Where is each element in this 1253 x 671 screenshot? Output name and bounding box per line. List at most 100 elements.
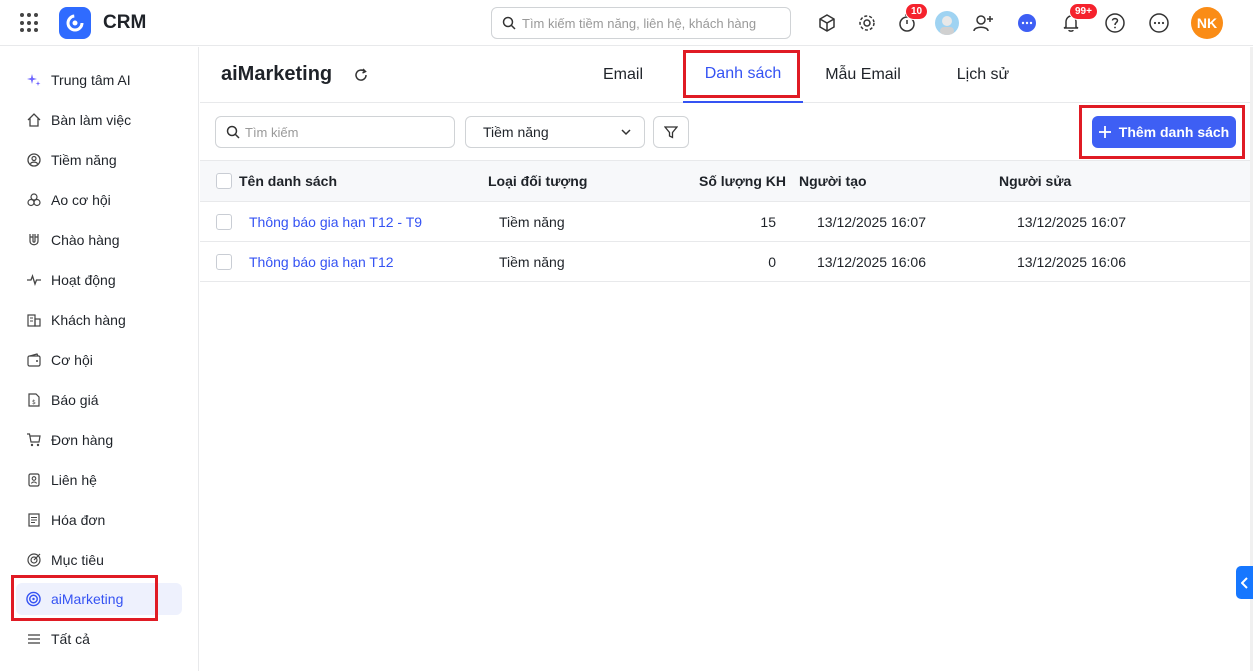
menu-icon xyxy=(26,632,41,647)
notification-badge: 99+ xyxy=(1069,3,1098,20)
sidebar-item-label: Liên hệ xyxy=(51,472,97,488)
created-cell: 13/12/2025 16:07 xyxy=(817,213,926,230)
sidebar: Trung tâm AI Bàn làm việc Tiềm năng Ao c… xyxy=(0,47,199,671)
tab-history[interactable]: Lịch sử xyxy=(949,47,1017,103)
svg-text:$: $ xyxy=(32,399,36,406)
refresh-icon[interactable] xyxy=(352,66,370,84)
activity-icon xyxy=(26,273,41,288)
sidebar-item-opportunities[interactable]: Cơ hội xyxy=(16,344,182,376)
global-search-input[interactable] xyxy=(522,15,782,31)
building-icon xyxy=(26,313,41,328)
sidebar-item-label: Hóa đơn xyxy=(51,512,106,528)
col-header-customer-count[interactable]: Số lượng KH xyxy=(676,161,786,201)
lists-table: Tên danh sách Loại đối tượng Số lượng KH… xyxy=(200,160,1250,282)
row-checkbox[interactable] xyxy=(216,253,232,270)
sidebar-item-label: Chào hàng xyxy=(51,232,120,248)
quote-icon: $ xyxy=(26,393,41,408)
sidebar-item-invoices[interactable]: Hóa đơn xyxy=(16,504,182,536)
select-all-checkbox[interactable] xyxy=(216,173,232,189)
magnet-icon xyxy=(26,233,41,248)
sidebar-item-customers[interactable]: Khách hàng xyxy=(16,304,182,336)
app-launcher-icon[interactable] xyxy=(20,13,40,33)
sidebar-item-workdesk[interactable]: Bàn làm việc xyxy=(16,104,182,136)
tab-email-templates[interactable]: Mẫu Email xyxy=(817,47,909,103)
list-name-link[interactable]: Thông báo gia hạn T12 - T9 xyxy=(249,202,422,241)
add-list-label: Thêm danh sách xyxy=(1118,124,1230,140)
table-row[interactable]: Thông báo gia hạn T12 - T9 Tiềm năng 15 … xyxy=(200,202,1250,242)
modified-cell: 13/12/2025 16:06 xyxy=(1017,253,1126,270)
filter-button[interactable] xyxy=(653,116,689,148)
marketing-icon xyxy=(26,591,41,607)
filter-bar: Tiềm năng Thêm danh sách xyxy=(200,104,1250,160)
list-search-input[interactable] xyxy=(245,124,445,140)
sidebar-item-all[interactable]: Tất cả xyxy=(16,623,182,655)
sidebar-item-label: Mục tiêu xyxy=(51,552,104,568)
wallet-icon xyxy=(26,353,41,368)
page-header: aiMarketing Email Danh sách Mẫu Email Lị… xyxy=(200,47,1250,103)
sidebar-item-label: Cơ hội xyxy=(51,352,93,368)
sidebar-item-ai-center[interactable]: Trung tâm AI xyxy=(16,64,182,96)
sidebar-item-goals[interactable]: Mục tiêu xyxy=(16,544,182,576)
sidebar-item-label: Tất cả xyxy=(51,631,90,647)
customer-count-cell: 0 xyxy=(768,253,776,270)
contact-icon xyxy=(26,473,41,488)
add-list-button[interactable]: Thêm danh sách xyxy=(1092,116,1236,148)
sidebar-item-label: Báo giá xyxy=(51,392,99,408)
more-icon[interactable] xyxy=(1147,11,1171,35)
sidebar-item-contacts[interactable]: Liên hệ xyxy=(16,464,182,496)
gear-icon[interactable] xyxy=(855,11,879,35)
sidebar-item-label: Bàn làm việc xyxy=(51,112,132,128)
invoice-icon xyxy=(26,513,41,528)
col-header-name[interactable]: Tên danh sách xyxy=(239,161,337,201)
goal-icon xyxy=(26,553,41,568)
plus-icon xyxy=(1098,126,1111,138)
list-name-link[interactable]: Thông báo gia hạn T12 xyxy=(249,242,394,281)
panel-toggle-chevron-left-icon[interactable] xyxy=(1236,566,1253,599)
object-type-cell: Tiềm năng xyxy=(499,213,565,230)
user-photo-avatar[interactable] xyxy=(935,11,959,35)
sidebar-item-aimarketing[interactable]: aiMarketing xyxy=(16,583,182,615)
col-header-created-by[interactable]: Người tạo xyxy=(799,161,867,201)
cart-icon xyxy=(26,433,41,448)
sidebar-item-opportunity-pool[interactable]: Ao cơ hội xyxy=(16,184,182,216)
global-search[interactable] xyxy=(491,7,791,39)
sidebar-item-offers[interactable]: Chào hàng xyxy=(16,224,182,256)
sidebar-item-quotes[interactable]: $ Báo giá xyxy=(16,384,182,416)
home-icon xyxy=(26,113,41,128)
add-user-icon[interactable] xyxy=(971,11,995,35)
sidebar-item-label: Khách hàng xyxy=(51,312,126,328)
cube-icon[interactable] xyxy=(815,11,839,35)
sidebar-item-activities[interactable]: Hoạt động xyxy=(16,264,182,296)
sidebar-item-orders[interactable]: Đơn hàng xyxy=(16,424,182,456)
table-row[interactable]: Thông báo gia hạn T12 Tiềm năng 0 13/12/… xyxy=(200,242,1250,282)
object-type-select[interactable]: Tiềm năng xyxy=(465,116,645,148)
tab-email[interactable]: Email xyxy=(593,47,653,103)
chevron-down-icon xyxy=(621,129,631,136)
col-header-modified-by[interactable]: Người sửa xyxy=(999,161,1071,201)
timer-icon[interactable]: 10 xyxy=(895,3,929,35)
sidebar-item-label: Đơn hàng xyxy=(51,432,114,448)
object-type-cell: Tiềm năng xyxy=(499,253,565,270)
row-checkbox[interactable] xyxy=(216,213,232,230)
object-type-value: Tiềm năng xyxy=(483,124,549,140)
sidebar-item-label: aiMarketing xyxy=(51,591,124,607)
sidebar-item-leads[interactable]: Tiềm năng xyxy=(16,144,182,176)
sidebar-item-label: Trung tâm AI xyxy=(51,72,131,88)
sidebar-item-label: Tiềm năng xyxy=(51,152,117,168)
crm-logo-icon xyxy=(59,7,91,39)
app-title: CRM xyxy=(103,12,147,33)
bell-icon[interactable]: 99+ xyxy=(1059,3,1098,35)
customer-count-cell: 15 xyxy=(760,213,776,230)
chat-icon[interactable] xyxy=(1015,11,1039,35)
pool-icon xyxy=(26,193,41,208)
col-header-object-type[interactable]: Loại đối tượng xyxy=(488,161,587,201)
help-icon[interactable] xyxy=(1103,11,1127,35)
user-avatar[interactable]: NK xyxy=(1191,7,1223,39)
created-cell: 13/12/2025 16:06 xyxy=(817,253,926,270)
filter-icon xyxy=(664,126,678,139)
sparkle-icon xyxy=(26,73,41,88)
search-icon xyxy=(502,16,516,30)
table-header: Tên danh sách Loại đối tượng Số lượng KH… xyxy=(200,160,1250,202)
list-search[interactable] xyxy=(215,116,455,148)
tab-lists[interactable]: Danh sách xyxy=(683,47,803,103)
